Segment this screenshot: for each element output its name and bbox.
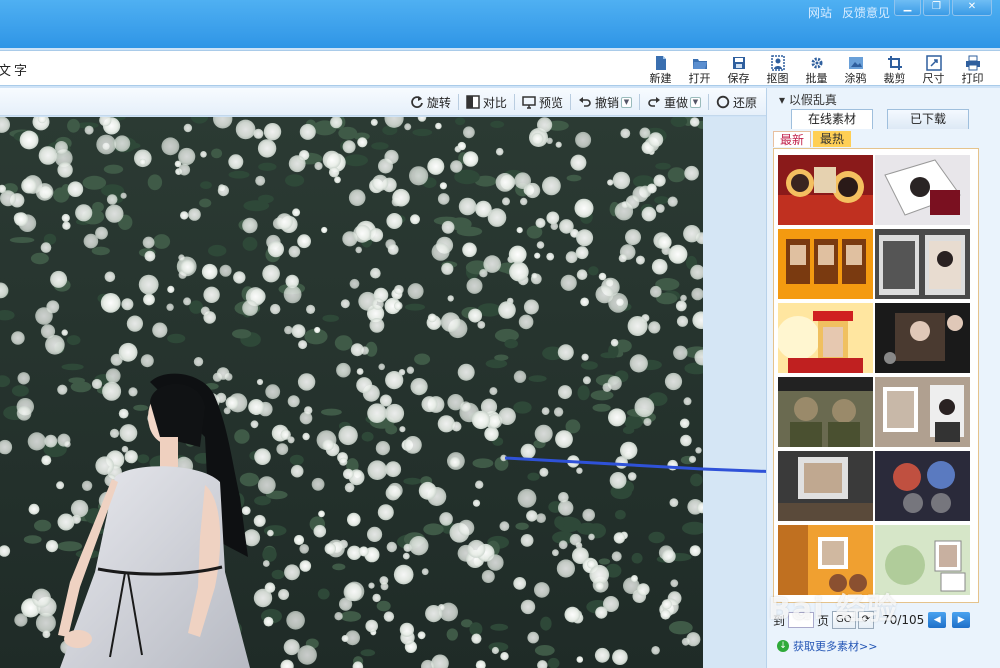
preview-icon — [522, 96, 536, 109]
minimize-button[interactable]: ▁ — [894, 0, 921, 16]
separator — [569, 94, 571, 110]
preview-label: 预览 — [538, 95, 563, 110]
crop-button[interactable]: 裁剪 — [875, 53, 914, 85]
material-gallery — [773, 148, 979, 603]
new-label: 新建 — [649, 72, 672, 85]
open-button[interactable]: 打开 — [680, 53, 719, 85]
feedback-link[interactable]: 反馈意见 — [842, 4, 890, 21]
maximize-button[interactable]: ❐ — [923, 0, 950, 16]
redo-icon — [648, 97, 660, 107]
window-controls: ▁ ❐ ✕ — [894, 0, 992, 16]
undo-icon — [578, 97, 591, 107]
separator — [457, 94, 459, 110]
resize-icon — [925, 55, 942, 71]
batch-button[interactable]: 批量 — [797, 53, 836, 85]
save-icon — [732, 57, 745, 69]
batch-gear-icon — [811, 57, 822, 69]
cutout-button[interactable]: 抠图 — [758, 53, 797, 85]
redo-button[interactable]: 重做 ▼ — [642, 92, 706, 112]
rotate-button[interactable]: 旋转 — [405, 92, 456, 112]
restore-circle-icon — [716, 95, 730, 109]
crop-label: 裁剪 — [883, 72, 906, 85]
main-toolbar: 文字 新建 打开 保存 抠图 批量 涂鸦 裁剪 尺寸 打印 — [0, 50, 1000, 86]
save-label: 保存 — [727, 72, 750, 85]
toolbar-tools: 新建 打开 保存 抠图 批量 涂鸦 裁剪 尺寸 打印 — [641, 53, 992, 85]
close-button[interactable]: ✕ — [952, 0, 992, 16]
undo-button[interactable]: 撤销 ▼ — [573, 92, 637, 112]
file-new-icon — [655, 56, 666, 70]
canvas-area — [0, 117, 766, 668]
compare-label: 对比 — [482, 95, 507, 110]
edit-toolbar: 旋转 对比 预览 撤销 ▼ 重做 ▼ 还原 — [0, 88, 766, 116]
cutout-icon — [770, 55, 785, 71]
edit-tools: 旋转 对比 预览 撤销 ▼ 重做 ▼ 还原 — [405, 92, 762, 112]
restore-button[interactable]: 还原 — [711, 92, 762, 112]
new-button[interactable]: 新建 — [641, 53, 680, 85]
undo-dropdown-icon[interactable]: ▼ — [620, 96, 632, 108]
printer-icon — [965, 55, 980, 71]
material-thumbnail[interactable] — [778, 377, 873, 447]
subtab-newest[interactable]: 最新 — [773, 131, 811, 147]
panel-subtabs: 最新 最热 — [773, 131, 851, 147]
paint-button[interactable]: 涂鸦 — [836, 53, 875, 85]
cutout-label: 抠图 — [766, 72, 789, 85]
resize-button[interactable]: 尺寸 — [914, 53, 953, 85]
next-page-icon[interactable]: ▶ — [952, 612, 971, 628]
text-tool-label[interactable]: 文字 — [0, 60, 30, 79]
material-thumbnail[interactable] — [875, 229, 970, 299]
photo-image — [0, 117, 703, 668]
baidu-watermark: Bai 经验 — [768, 592, 898, 627]
save-button[interactable]: 保存 — [719, 53, 758, 85]
crop-icon — [887, 56, 902, 70]
photo-canvas[interactable] — [0, 117, 703, 668]
material-thumbnail[interactable] — [778, 451, 873, 521]
paint-icon — [848, 57, 863, 69]
folder-open-icon — [692, 59, 707, 69]
title-links: 网站 反馈意见 — [808, 4, 890, 21]
rotate-icon — [411, 96, 423, 108]
website-link[interactable]: 网站 — [808, 4, 832, 21]
preview-button[interactable]: 预览 — [517, 92, 568, 112]
material-thumbnail[interactable] — [875, 451, 970, 521]
separator — [513, 94, 515, 110]
separator — [638, 94, 640, 110]
rotate-label: 旋转 — [426, 95, 451, 110]
print-label: 打印 — [961, 72, 984, 85]
tab-online-material[interactable]: 在线素材 — [791, 109, 873, 129]
resize-label: 尺寸 — [922, 72, 945, 85]
material-thumbnail[interactable] — [875, 303, 970, 373]
tab-downloaded[interactable]: 已下载 — [887, 109, 969, 129]
batch-label: 批量 — [805, 72, 828, 85]
undo-label: 撤销 — [594, 95, 619, 110]
more-materials-link[interactable]: ↓ 获取更多素材>> — [777, 638, 877, 654]
panel-tabs: 在线素材 已下载 — [791, 109, 969, 129]
download-icon: ↓ — [777, 640, 789, 652]
material-thumbnail[interactable] — [778, 303, 873, 373]
compare-icon — [466, 95, 480, 109]
material-thumbnail[interactable] — [875, 377, 970, 447]
print-button[interactable]: 打印 — [953, 53, 992, 85]
material-thumbnail[interactable] — [778, 155, 873, 225]
restore-label: 还原 — [732, 95, 757, 110]
redo-label: 重做 — [663, 95, 688, 110]
compare-button[interactable]: 对比 — [461, 92, 512, 112]
material-thumbnail[interactable] — [778, 229, 873, 299]
subtab-hottest[interactable]: 最热 — [813, 131, 851, 147]
separator — [707, 94, 709, 110]
title-bar: 网站 反馈意见 ▁ ❐ ✕ — [0, 0, 1000, 48]
redo-dropdown-icon[interactable]: ▼ — [689, 96, 701, 108]
panel-title[interactable]: ▾ 以假乱真 — [779, 91, 837, 108]
paint-label: 涂鸦 — [844, 72, 867, 85]
prev-page-icon[interactable]: ◀ — [928, 612, 947, 628]
open-label: 打开 — [688, 72, 711, 85]
material-thumbnail[interactable] — [875, 155, 970, 225]
material-panel: ▾ 以假乱真 在线素材 已下载 最新 最热 到 页 GO ⟳ 70/105 ◀ … — [766, 88, 1000, 668]
